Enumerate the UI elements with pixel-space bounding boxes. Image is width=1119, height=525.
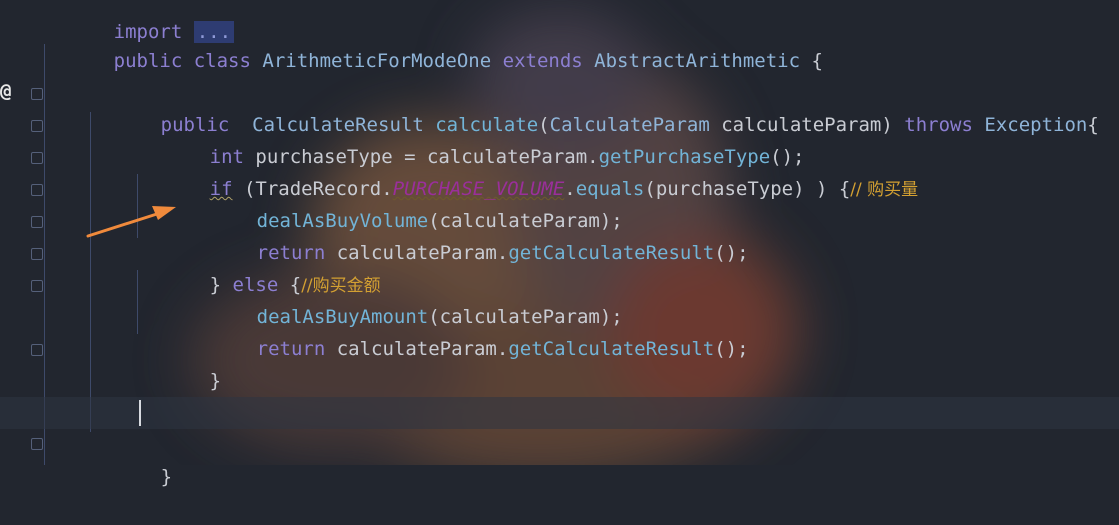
code-editor[interactable]: @ import ... public class ArithmeticForM… bbox=[0, 0, 1119, 488]
brace: } bbox=[160, 466, 173, 488]
annotation-arrow-icon bbox=[86, 206, 176, 238]
